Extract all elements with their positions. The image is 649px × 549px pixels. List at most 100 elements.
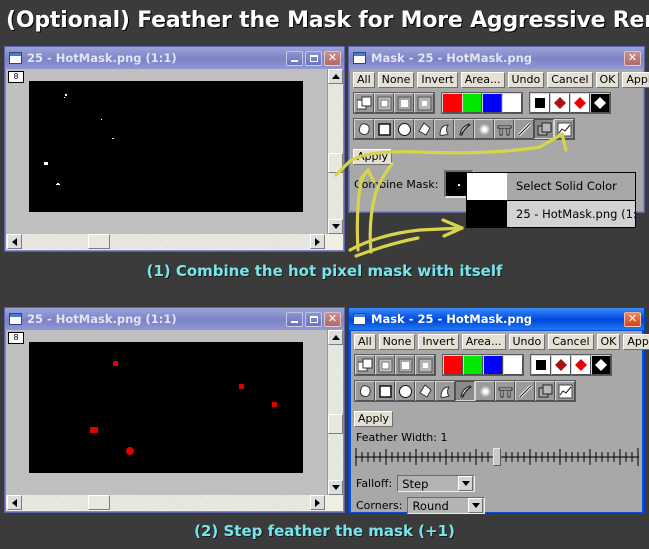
ellipse-tool-icon[interactable] [394, 119, 414, 139]
scroll-left-button[interactable] [7, 495, 22, 510]
mask-all-button[interactable]: All [353, 72, 375, 88]
rectangle-tool-icon[interactable] [374, 119, 394, 139]
scroll-right-button[interactable] [310, 234, 325, 249]
titlebar[interactable]: 25 - HotMask.png (1:1) ✕ [5, 308, 344, 330]
mask-dither-view-icon[interactable] [551, 355, 571, 375]
combine-mask-dropdown[interactable]: Select Solid Color 25 - HotMask.png (1:1… [466, 172, 636, 228]
add-mask-icon[interactable] [374, 93, 394, 113]
scroll-thumb[interactable] [328, 153, 343, 173]
image-canvas-bottom[interactable] [29, 342, 303, 473]
image-viewer-window-top[interactable]: 25 - HotMask.png (1:1) ✕ 8 [4, 46, 345, 252]
titlebar[interactable]: Mask - 25 - HotMask.png ✕ [349, 47, 644, 69]
mask-cancel-button[interactable]: Cancel [547, 72, 593, 88]
corners-select[interactable]: Round [407, 497, 486, 514]
mask-ok-button[interactable]: OK [596, 334, 621, 350]
feather-slider-thumb[interactable] [493, 448, 501, 466]
mask-apply-bottom-button[interactable]: Apply [353, 149, 393, 165]
intersect-mask-icon[interactable] [414, 93, 434, 113]
vertical-scrollbar[interactable] [327, 69, 343, 234]
mask-area-button[interactable]: Area... [461, 334, 506, 350]
mask-ok-button[interactable]: OK [595, 72, 620, 88]
combine-tool-icon[interactable] [534, 119, 554, 139]
curve-tool-icon[interactable] [554, 119, 574, 139]
chevron-down-icon[interactable] [468, 498, 484, 513]
minimize-button[interactable] [286, 311, 303, 327]
image-viewer-window-bottom[interactable]: 25 - HotMask.png (1:1) ✕ 8 [4, 307, 345, 513]
scroll-thumb[interactable] [88, 234, 110, 249]
scroll-thumb[interactable] [328, 414, 343, 434]
mask-dither-view-icon[interactable] [550, 93, 570, 113]
freehand-tool-icon[interactable] [354, 119, 374, 139]
vertical-scrollbar[interactable] [327, 330, 343, 495]
fence-tool-icon[interactable] [495, 381, 515, 401]
polygon-tool-icon[interactable] [414, 119, 434, 139]
gradient-tool-icon[interactable] [514, 119, 534, 139]
close-button[interactable]: ✕ [324, 311, 341, 327]
replace-mask-icon[interactable] [355, 355, 375, 375]
combine-tool-icon[interactable] [535, 381, 555, 401]
mask-cancel-button[interactable]: Cancel [548, 334, 594, 350]
scroll-up-button[interactable] [328, 330, 343, 345]
maximize-button[interactable] [305, 311, 322, 327]
white-channel-icon[interactable] [503, 355, 523, 375]
subtract-mask-icon[interactable] [394, 93, 414, 113]
scroll-track[interactable] [328, 345, 343, 480]
mask-undo-button[interactable]: Undo [507, 72, 545, 88]
dropdown-option-hotmask[interactable]: 25 - HotMask.png (1:1) [467, 199, 635, 227]
blue-channel-icon[interactable] [482, 93, 502, 113]
close-button[interactable]: ✕ [624, 50, 641, 66]
chevron-down-icon[interactable] [458, 476, 474, 491]
mask-dialog-window-bottom[interactable]: Mask - 25 - HotMask.png ✕ All None Inver… [348, 307, 649, 514]
mask-none-button[interactable]: None [378, 334, 416, 350]
scroll-down-button[interactable] [328, 480, 343, 495]
white-channel-icon[interactable] [502, 93, 522, 113]
mask-white-view-icon[interactable] [591, 355, 611, 375]
magic-wand-tool-icon[interactable] [434, 119, 454, 139]
mask-invert-button[interactable]: Invert [417, 72, 458, 88]
feather-tool-icon[interactable] [454, 119, 474, 139]
scroll-track[interactable] [22, 234, 310, 249]
minimize-button[interactable] [286, 50, 303, 66]
freehand-tool-icon[interactable] [355, 381, 375, 401]
add-mask-icon[interactable] [375, 355, 395, 375]
feather-width-slider[interactable] [355, 447, 639, 467]
horizontal-scrollbar[interactable] [6, 234, 343, 250]
scroll-track[interactable] [22, 495, 310, 510]
rectangle-tool-icon[interactable] [375, 381, 395, 401]
green-channel-icon[interactable] [463, 355, 483, 375]
mask-black-view-icon[interactable] [531, 355, 551, 375]
close-button[interactable]: ✕ [624, 311, 641, 327]
scroll-track[interactable] [328, 84, 343, 219]
intersect-mask-icon[interactable] [415, 355, 435, 375]
mask-black-view-icon[interactable] [530, 93, 550, 113]
mask-red-view-icon[interactable] [571, 355, 591, 375]
blur-tool-icon[interactable] [475, 381, 495, 401]
mask-none-button[interactable]: None [377, 72, 415, 88]
green-channel-icon[interactable] [462, 93, 482, 113]
titlebar[interactable]: 25 - HotMask.png (1:1) ✕ [5, 47, 344, 69]
red-channel-icon[interactable] [442, 93, 462, 113]
subtract-mask-icon[interactable] [395, 355, 415, 375]
replace-mask-icon[interactable] [354, 93, 374, 113]
gradient-tool-icon[interactable] [515, 381, 535, 401]
mask-area-button[interactable]: Area... [460, 72, 505, 88]
scroll-up-button[interactable] [328, 69, 343, 84]
magic-wand-tool-icon[interactable] [435, 381, 455, 401]
mask-apply-button[interactable]: Apply [623, 334, 649, 350]
mask-apply-bottom-button[interactable]: Apply [354, 411, 394, 427]
mask-all-button[interactable]: All [354, 334, 376, 350]
fence-tool-icon[interactable] [494, 119, 514, 139]
dropdown-option-select-solid-color[interactable]: Select Solid Color [467, 173, 635, 200]
scroll-down-button[interactable] [328, 219, 343, 234]
maximize-button[interactable] [305, 50, 322, 66]
mask-invert-button[interactable]: Invert [418, 334, 459, 350]
mask-red-view-icon[interactable] [570, 93, 590, 113]
ellipse-tool-icon[interactable] [395, 381, 415, 401]
horizontal-scrollbar[interactable] [6, 495, 343, 511]
mask-apply-button[interactable]: Apply [622, 72, 649, 88]
scroll-thumb[interactable] [88, 495, 110, 510]
blur-tool-icon[interactable] [474, 119, 494, 139]
titlebar[interactable]: Mask - 25 - HotMask.png ✕ [349, 308, 644, 330]
image-canvas-top[interactable] [29, 81, 303, 212]
scroll-left-button[interactable] [7, 234, 22, 249]
